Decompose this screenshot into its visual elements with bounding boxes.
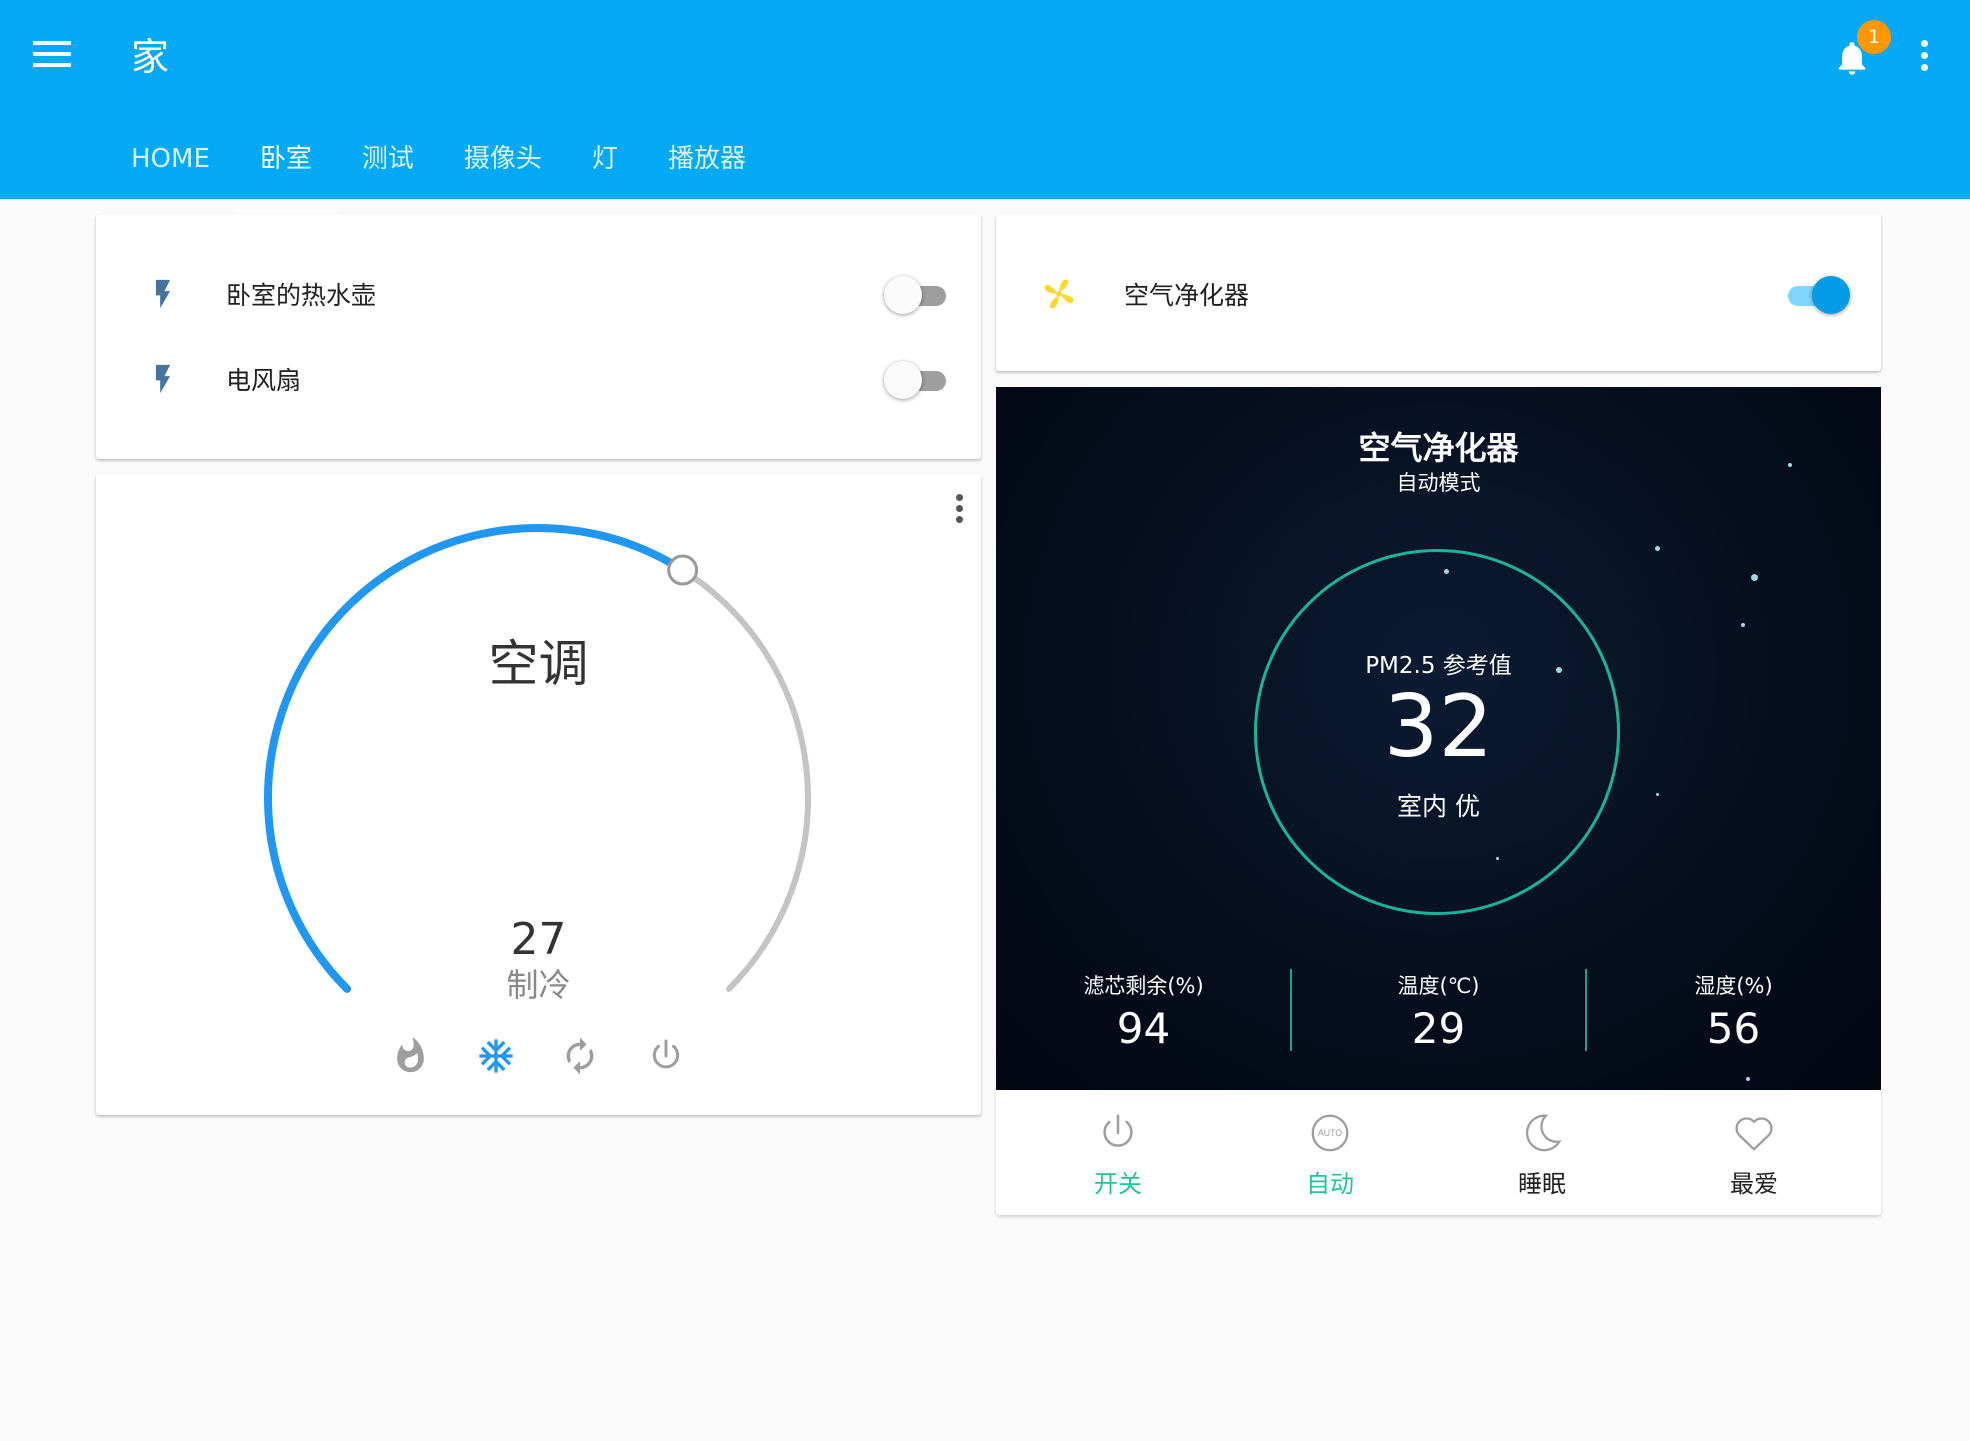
more-vert-icon[interactable] xyxy=(1912,40,1936,74)
stat-label: 滤芯剩余(%) xyxy=(1083,974,1204,998)
action-label: 最爱 xyxy=(1730,1170,1778,1198)
tab-bedroom[interactable]: 卧室 xyxy=(234,134,337,213)
tab-home[interactable]: HOME xyxy=(106,134,235,199)
switches-card: 卧室的热水壶 电风扇 xyxy=(96,214,981,459)
pm25-value: 32 xyxy=(1383,677,1494,777)
toggle-switch[interactable] xyxy=(884,359,948,399)
stat-value: 29 xyxy=(1411,1004,1466,1053)
toggle-switch[interactable] xyxy=(884,274,948,314)
power-button[interactable]: 开关 xyxy=(1068,1110,1168,1199)
stat-label: 湿度(%) xyxy=(1694,974,1773,998)
purifier-title: 空气净化器 xyxy=(1358,429,1519,467)
setpoint-handle[interactable] xyxy=(667,554,699,586)
heart-icon xyxy=(1735,1117,1773,1151)
purifier-mode: 自动模式 xyxy=(1396,471,1481,495)
tab-test[interactable]: 测试 xyxy=(337,134,439,199)
auto-button[interactable]: AUTO 自动 xyxy=(1280,1110,1380,1199)
purifier-actions: 开关 AUTO 自动 睡眠 最爱 xyxy=(996,1090,1881,1215)
stat-temperature: 温度(℃) 29 xyxy=(1291,970,1586,1053)
flame-icon[interactable] xyxy=(390,1034,430,1078)
thermostat-mode: 制冷 xyxy=(506,966,571,1004)
favorite-button[interactable]: 最爱 xyxy=(1704,1110,1804,1199)
stat-filter: 滤芯剩余(%) 94 xyxy=(996,970,1291,1053)
entity-row-kettle[interactable]: 卧室的热水壶 xyxy=(96,264,981,324)
thermostat-name: 空调 xyxy=(488,635,589,693)
tab-light[interactable]: 灯 xyxy=(567,134,643,199)
purifier-switch-card: 空气净化器 xyxy=(996,214,1881,371)
mode-buttons xyxy=(96,1034,981,1084)
fan-icon xyxy=(1044,279,1074,309)
moon-icon xyxy=(1526,1114,1562,1152)
sleep-button[interactable]: 睡眠 xyxy=(1492,1110,1592,1199)
tab-bar: HOME 卧室 测试 摄像头 灯 播放器 xyxy=(106,134,771,213)
pm25-label: PM2.5 参考值 xyxy=(1365,653,1512,679)
action-label: 自动 xyxy=(1306,1170,1354,1198)
app-header: 家 1 HOME 卧室 测试 摄像头 灯 播放器 xyxy=(0,0,1970,213)
flash-icon xyxy=(155,364,171,394)
stat-humidity: 湿度(%) 56 xyxy=(1586,970,1881,1053)
power-icon xyxy=(1103,1114,1133,1147)
action-label: 睡眠 xyxy=(1518,1170,1566,1198)
purifier-panel: 空气净化器 自动模式 PM2.5 参考值 32 室内 优 滤芯剩余(%) 94 … xyxy=(996,387,1881,1090)
menu-icon[interactable] xyxy=(33,41,71,73)
toggle-switch[interactable] xyxy=(1782,274,1850,314)
stat-label: 温度(℃) xyxy=(1397,974,1480,998)
entity-name: 空气净化器 xyxy=(1124,281,1250,310)
auto-icon: AUTO xyxy=(1311,1114,1349,1152)
entity-row-purifier[interactable]: 空气净化器 xyxy=(996,264,1881,324)
thermostat-temperature: 27 xyxy=(510,914,567,965)
stat-value: 56 xyxy=(1706,1004,1761,1053)
thermostat-dial[interactable] xyxy=(96,474,981,1115)
air-quality: 室内 优 xyxy=(1397,792,1480,821)
entity-name: 电风扇 xyxy=(226,366,302,395)
thermostat-card: 空调 27 制冷 xyxy=(96,474,981,1115)
svg-text:AUTO: AUTO xyxy=(1318,1128,1342,1138)
refresh-icon[interactable] xyxy=(560,1034,600,1078)
flash-icon xyxy=(155,279,171,309)
action-label: 开关 xyxy=(1094,1170,1142,1198)
power-icon[interactable] xyxy=(646,1034,686,1078)
snowflake-icon[interactable] xyxy=(476,1034,516,1078)
stat-value: 94 xyxy=(1116,1004,1171,1053)
entity-name: 卧室的热水壶 xyxy=(226,281,377,310)
page-title: 家 xyxy=(131,35,170,79)
notification-badge: 1 xyxy=(1857,20,1891,54)
entity-row-fan[interactable]: 电风扇 xyxy=(96,349,981,409)
tab-player[interactable]: 播放器 xyxy=(643,134,771,199)
tab-camera[interactable]: 摄像头 xyxy=(439,134,567,199)
